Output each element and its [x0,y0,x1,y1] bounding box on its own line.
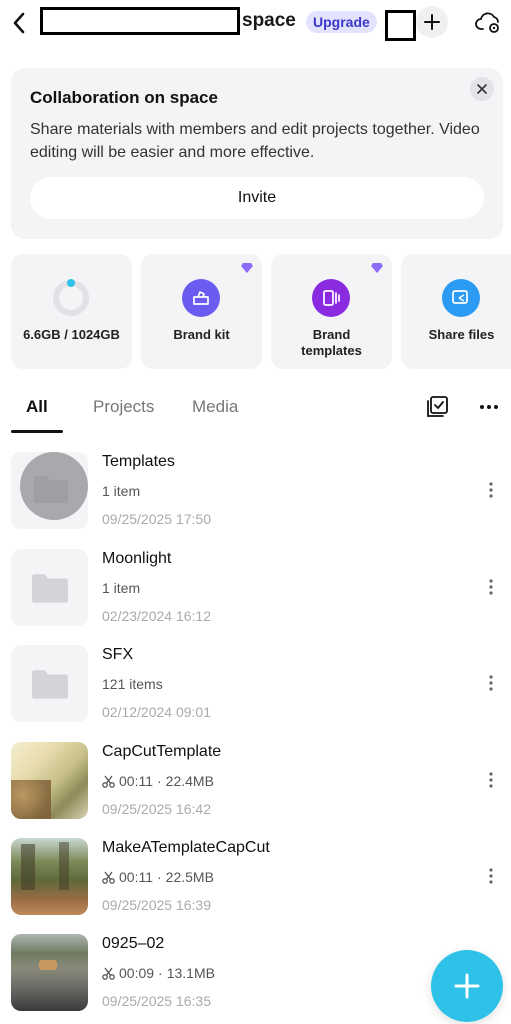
redacted-space-name [40,7,240,35]
list-item[interactable]: SFX 121 items 02/12/2024 09:01 [0,645,511,742]
video-meta: 00:11 · 22.5MB [102,869,214,885]
list-item[interactable]: Templates 1 item 09/25/2025 17:50 [0,452,511,549]
collaboration-description: Share materials with members and edit pr… [30,121,480,161]
brand-templates-tile[interactable]: Brand templates [271,254,392,369]
folder-icon [34,476,68,503]
share-files-label: Share files [428,327,495,342]
storage-ring-icon [53,279,89,316]
folder-icon [32,574,68,603]
active-tab-indicator [11,430,63,433]
briefcase-icon [182,279,220,317]
item-count: 1 item [102,580,141,596]
list-item[interactable]: CapCutTemplate 00:11 · 22.4MB 09/25/2025… [0,742,511,839]
redacted-avatar[interactable] [385,10,416,41]
folder-thumbnail [11,645,88,722]
file-size: 22.4MB [165,773,214,789]
invite-button[interactable]: Invite [30,177,484,219]
file-name: CapCutTemplate [102,743,222,760]
checkbox-stack-icon [427,396,448,417]
row-more-button[interactable] [480,864,502,888]
premium-diamond-icon [371,263,383,273]
file-size: 22.5MB [165,869,214,885]
folder-thumbnail [11,549,88,626]
storage-tile[interactable]: 6.6GB / 1024GB [11,254,132,369]
file-name: Templates [102,453,175,470]
video-thumbnail [11,742,88,819]
create-fab-button[interactable] [431,950,503,1022]
file-date: 09/25/2025 17:50 [102,511,211,527]
more-vertical-icon [489,675,493,691]
tab-media[interactable]: Media [192,397,238,417]
file-name: SFX [102,646,134,663]
tab-bar: All Projects Media [0,386,511,434]
row-more-button[interactable] [480,768,502,792]
cloud-settings-button[interactable] [474,8,504,38]
plus-icon [424,14,440,30]
folder-thumbnail [11,452,88,529]
file-date: 09/25/2025 16:42 [102,801,211,817]
share-icon [442,279,480,317]
scissors-icon [102,775,115,788]
row-more-button[interactable] [480,575,502,599]
video-thumbnail [11,838,88,915]
more-vertical-icon [489,482,493,498]
scissors-icon [102,871,115,884]
meta-separator: · [157,869,162,885]
upgrade-badge[interactable]: Upgrade [306,11,377,33]
add-member-button[interactable] [416,6,448,38]
more-vertical-icon [489,868,493,884]
brand-kit-label: Brand kit [173,327,230,342]
file-name: MakeATemplateCapCut [102,839,270,856]
collaboration-title: Collaboration on space [30,88,218,107]
row-more-button[interactable] [480,671,502,695]
more-vertical-icon [489,579,493,595]
premium-diamond-icon [241,263,253,273]
close-icon [477,84,487,94]
file-name: 0925–02 [102,935,165,952]
item-count: 1 item [102,483,141,499]
file-date: 09/25/2025 16:39 [102,897,211,913]
video-meta: 00:09 · 13.1MB [102,965,215,981]
tab-projects[interactable]: Projects [93,397,154,417]
file-size: 13.1MB [166,965,215,981]
collaboration-card: Collaboration on space Share materials w… [11,68,503,239]
row-more-button[interactable] [480,478,502,502]
share-files-tile[interactable]: Share files [401,254,511,369]
video-meta: 00:11 · 22.4MB [102,773,214,789]
brand-kit-tile[interactable]: Brand kit [141,254,262,369]
duration: 00:09 [119,965,155,981]
duration: 00:11 [119,869,153,885]
list-item[interactable]: MakeATemplateCapCut 00:11 · 22.5MB 09/25… [0,838,511,935]
list-item[interactable]: Moonlight 1 item 02/23/2024 16:12 [0,549,511,646]
item-count: 121 items [102,676,163,692]
folder-icon [32,670,68,699]
video-thumbnail [11,934,88,1011]
template-icon [312,279,350,317]
more-horizontal-icon [480,405,498,409]
file-date: 09/25/2025 16:35 [102,993,211,1009]
scissors-icon [102,967,115,980]
file-date: 02/12/2024 09:01 [102,704,211,720]
brand-templates-label: Brand templates [301,327,362,358]
multi-select-button[interactable] [424,394,450,420]
back-button[interactable] [8,8,30,38]
chevron-left-icon [13,12,25,34]
tab-all[interactable]: All [26,397,48,417]
cloud-settings-icon [475,12,499,33]
meta-separator: · [158,965,163,981]
meta-separator: · [157,773,162,789]
storage-label: 6.6GB / 1024GB [23,327,120,342]
more-options-button[interactable] [476,394,502,420]
space-title: space [242,10,296,31]
duration: 00:11 [119,773,153,789]
more-vertical-icon [489,772,493,788]
file-name: Moonlight [102,550,172,567]
file-date: 02/23/2024 16:12 [102,608,211,624]
top-bar: space Upgrade [0,0,511,46]
plus-icon [454,973,480,999]
close-card-button[interactable] [470,77,494,101]
